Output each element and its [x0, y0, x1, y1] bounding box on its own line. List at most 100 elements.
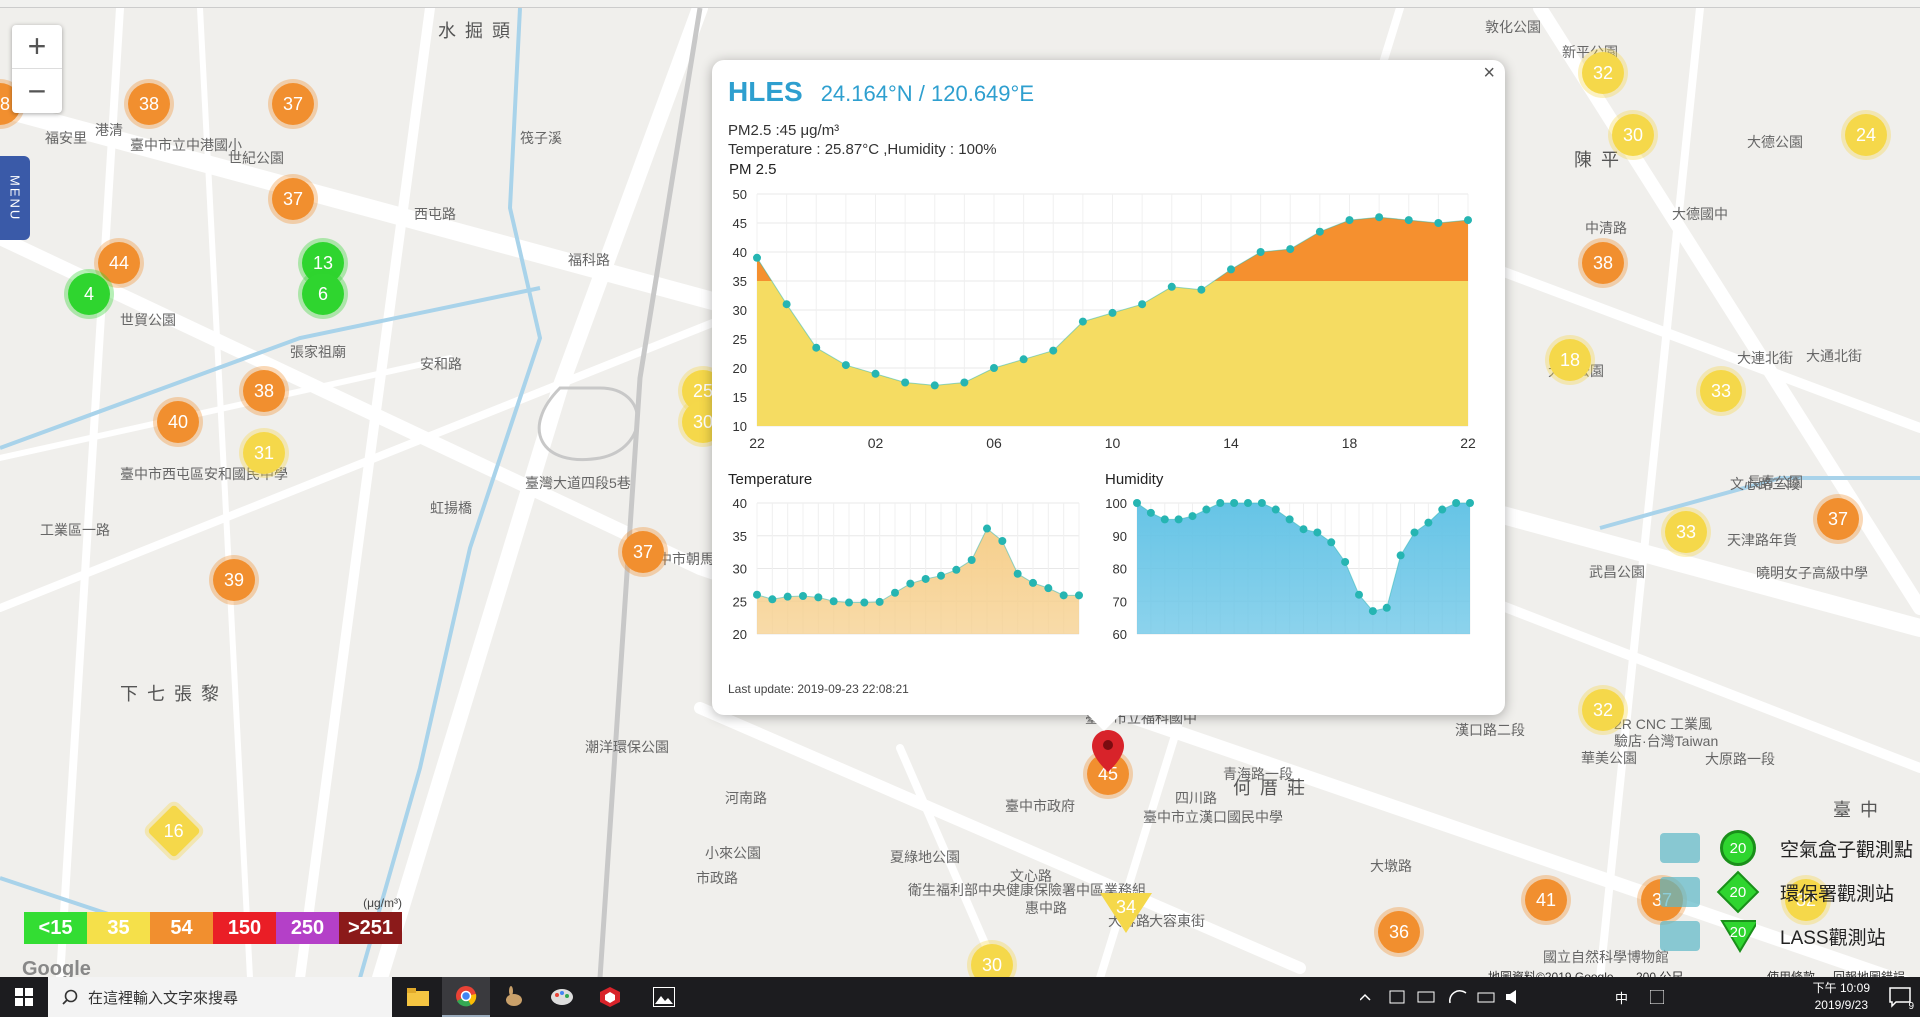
station-marker[interactable]: 38	[243, 370, 285, 412]
station-marker-value: 38	[1592, 252, 1614, 273]
map-place-label: 虹揚橋	[430, 500, 472, 516]
data-point	[783, 592, 792, 601]
station-legend-badge: 20	[1720, 830, 1756, 866]
y-tick-label: 90	[1113, 529, 1127, 544]
taskbar-clock[interactable]: 下午 10:09 2019/9/23	[1813, 980, 1870, 1014]
map-place-label: 福科路	[568, 252, 610, 268]
x-tick-label: 02	[868, 435, 884, 451]
close-button[interactable]: ×	[1483, 62, 1495, 85]
station-marker-value: 30	[692, 411, 714, 432]
app-sketchup-icon[interactable]	[586, 977, 634, 1017]
station-marker-value: 30	[981, 954, 1003, 975]
map-canvas[interactable]: 水 掘 頭世貿公園張家祖廟臺中市西屯區安和國民中學下 七 張 黎臺中市朝馬國民運…	[0, 7, 1920, 977]
system-tray[interactable]	[1360, 977, 1580, 1017]
app-rabbit-icon[interactable]	[490, 977, 538, 1017]
station-marker-value: 33	[1710, 380, 1732, 401]
map-place-label: 武昌公園	[1589, 564, 1645, 580]
data-point	[1188, 512, 1197, 521]
station-marker-value: 34	[1115, 896, 1137, 917]
x-tick-label: 14	[1223, 435, 1239, 451]
data-point	[1438, 505, 1447, 514]
menu-button[interactable]: MENU	[0, 156, 30, 240]
map-place-label: 文心路三段	[1730, 476, 1800, 492]
station-marker[interactable]: 38	[128, 83, 170, 125]
ime-indicator[interactable]: 中	[1615, 977, 1628, 1017]
map-place-label: 華美公園	[1581, 750, 1637, 766]
station-marker[interactable]: 40	[157, 401, 199, 443]
station-marker[interactable]: 32	[1582, 52, 1624, 94]
data-point	[1227, 265, 1235, 274]
data-point	[768, 595, 777, 604]
y-tick-label: 10	[733, 419, 747, 434]
data-point	[860, 598, 869, 607]
map-place-label: 安和路	[420, 356, 462, 372]
data-point	[901, 378, 910, 387]
station-marker[interactable]: 38	[1582, 242, 1624, 284]
station-marker[interactable]: 4	[68, 273, 110, 315]
data-point	[1375, 213, 1384, 222]
station-marker[interactable]: 37	[272, 83, 314, 125]
station-marker[interactable]: 33	[1700, 370, 1742, 412]
temperature-chart: 20 25 30 35 40	[733, 496, 1083, 642]
map-place-label: 工業區一路	[40, 522, 110, 538]
data-point	[845, 598, 853, 607]
map-place-label: 青海路一段	[1223, 766, 1293, 782]
map-place-label: 陳 平	[1574, 150, 1622, 170]
station-legend-row: 20 環保署觀測站	[1660, 870, 1920, 914]
location-pin-icon[interactable]	[1092, 730, 1124, 772]
report-error-link[interactable]: 回報地圖錯誤	[1833, 968, 1905, 977]
station-marker-value: 44	[108, 252, 130, 273]
data-point	[1197, 285, 1206, 294]
station-marker-value: 25	[692, 380, 714, 401]
station-marker[interactable]: 30	[1612, 114, 1654, 156]
y-tick-label: 25	[733, 332, 747, 347]
station-marker-value: 32	[1592, 699, 1614, 720]
station-marker[interactable]: 18	[1549, 339, 1591, 381]
station-marker[interactable]: 6	[302, 273, 344, 315]
terms-link[interactable]: 使用條款	[1767, 968, 1815, 977]
data-point	[1345, 216, 1354, 225]
station-marker[interactable]: 37	[272, 178, 314, 220]
y-tick-label: 70	[1113, 594, 1127, 609]
station-marker[interactable]: 36	[1378, 911, 1420, 953]
data-point	[1313, 528, 1322, 537]
station-marker[interactable]: 33	[1665, 511, 1707, 553]
map-data-attribution: 地圖資料©2019 Google	[1488, 970, 1614, 977]
data-point	[1059, 591, 1068, 600]
data-point	[960, 378, 969, 387]
temperature-humidity-reading: Temperature : 25.87°C ,Humidity : 100%	[728, 141, 997, 158]
app-photos-icon[interactable]	[640, 977, 688, 1017]
start-button[interactable]	[0, 977, 48, 1017]
station-marker[interactable]: 34	[1100, 893, 1152, 937]
notification-center-button[interactable]: 9	[1888, 985, 1914, 1012]
station-marker[interactable]: 32	[1582, 689, 1624, 731]
station-marker[interactable]: 37	[1817, 498, 1859, 540]
zoom-in-button[interactable]: +	[12, 25, 62, 69]
app-paint-icon[interactable]	[538, 977, 586, 1017]
clock-time: 下午 10:09	[1812, 981, 1870, 995]
file-explorer-icon[interactable]	[394, 977, 442, 1017]
map-place-label: 世紀公園	[228, 150, 284, 166]
station-marker[interactable]: 37	[622, 531, 664, 573]
station-marker[interactable]: 44	[98, 242, 140, 284]
station-marker-value: 13	[312, 252, 334, 273]
scale-label[interactable]: 200 公尺	[1636, 968, 1683, 977]
data-point	[1174, 515, 1183, 524]
humidity-chart: 60 70 80 90 100	[1105, 496, 1474, 642]
station-marker[interactable]: 31	[243, 432, 285, 474]
map-place-label: 大德公園	[1747, 134, 1803, 150]
station-marker[interactable]: 24	[1845, 114, 1887, 156]
data-point	[814, 593, 823, 602]
station-marker[interactable]: 41	[1525, 879, 1567, 921]
y-tick-label: 40	[733, 496, 747, 511]
zoom-out-button[interactable]: −	[12, 69, 62, 113]
y-tick-label: 25	[733, 594, 747, 609]
data-point	[967, 555, 976, 564]
y-tick-label: 20	[733, 627, 747, 642]
station-marker-value: 41	[1535, 889, 1557, 910]
input-mode-icon[interactable]	[1650, 977, 1664, 1017]
station-marker[interactable]: 39	[213, 559, 255, 601]
chrome-icon[interactable]	[442, 977, 490, 1017]
taskbar-search-box[interactable]: 在這裡輸入文字來搜尋	[48, 977, 392, 1017]
y-tick-label: 80	[1113, 562, 1127, 577]
